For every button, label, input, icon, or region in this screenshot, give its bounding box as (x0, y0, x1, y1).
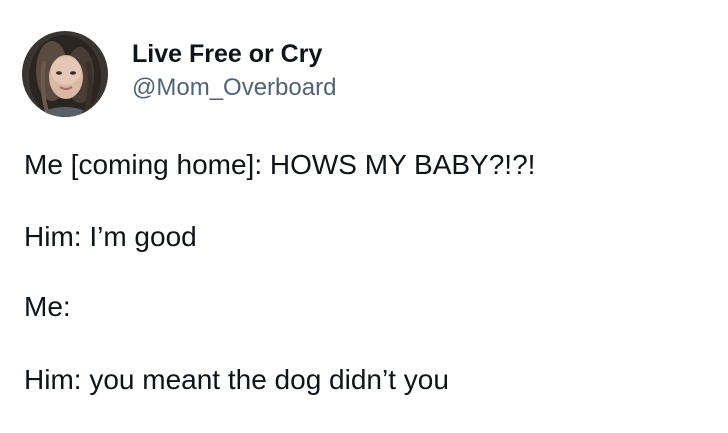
avatar-photo-icon (22, 31, 108, 117)
tweet-card: Live Free or Cry @Mom_Overboard Me [comi… (0, 0, 728, 433)
author-handle[interactable]: @Mom_Overboard (132, 73, 336, 103)
avatar[interactable] (22, 31, 108, 117)
tweet-line-1: Me [coming home]: HOWS MY BABY?!?! (24, 149, 536, 180)
author-display-name[interactable]: Live Free or Cry (132, 39, 336, 69)
tweet-line-3: Me: (24, 291, 71, 322)
tweet-line-4: Him: you meant the dog didn’t you (24, 364, 449, 395)
tweet-line-2: Him: I’m good (24, 221, 197, 252)
tweet-header: Live Free or Cry @Mom_Overboard (22, 31, 336, 117)
author-names: Live Free or Cry @Mom_Overboard (132, 39, 336, 103)
